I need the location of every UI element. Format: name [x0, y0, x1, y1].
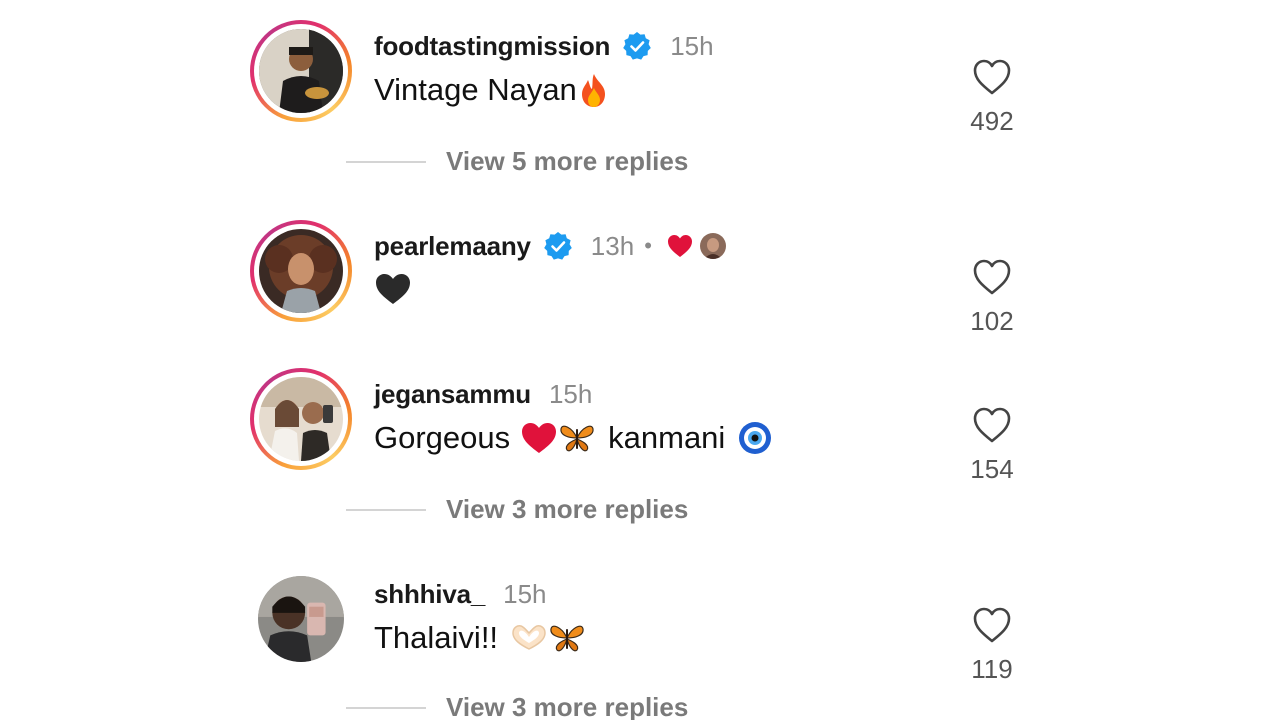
comment-header: jegansammu 15h: [374, 374, 592, 414]
comment-body: Thalaivi!!: [374, 620, 499, 655]
username[interactable]: pearlemaany: [374, 231, 531, 262]
view-replies-button[interactable]: View 3 more replies: [346, 494, 688, 525]
verified-badge-icon: [543, 232, 572, 260]
like-column: 492: [966, 58, 1018, 137]
comment-time: 13h: [590, 230, 635, 261]
red-heart-icon: [522, 423, 557, 453]
replies-divider: [346, 706, 426, 709]
like-column: 119: [966, 606, 1018, 685]
heart-outline-icon[interactable]: [972, 58, 1012, 96]
avatar: [258, 576, 344, 662]
like-count: 102: [970, 306, 1014, 336]
view-replies-label: View 5 more replies: [446, 146, 689, 176]
comment-header: shhhiva_ 15h: [374, 574, 547, 614]
avatar-story-ring[interactable]: [250, 220, 352, 322]
comment-text: [374, 272, 412, 306]
view-replies-button[interactable]: View 5 more replies: [346, 146, 688, 177]
heart-outline-icon[interactable]: [972, 258, 1012, 296]
avatar: [259, 377, 343, 461]
nazar-amulet-icon: [739, 422, 772, 454]
creator-liked-heart-icon: [667, 235, 692, 257]
username[interactable]: shhhiva_: [374, 579, 485, 610]
heart-hands-icon: [512, 625, 546, 650]
butterfly-icon: [560, 425, 594, 452]
butterfly-icon: [550, 625, 584, 652]
like-count: 492: [970, 106, 1014, 136]
comments-screen: foodtastingmission 15h Vintage Nayan 492…: [0, 0, 1280, 720]
replies-divider: [346, 508, 426, 511]
comment-body: Vintage Nayan: [374, 72, 577, 107]
heart-outline-icon[interactable]: [972, 406, 1012, 444]
comment-time: 15h: [548, 378, 593, 409]
view-replies-button[interactable]: View 3 more replies: [346, 692, 688, 720]
avatar: [259, 229, 343, 313]
avatar-wrapper[interactable]: [250, 568, 352, 670]
comment-header: pearlemaany 13h •: [374, 226, 726, 266]
heart-outline-icon[interactable]: [972, 606, 1012, 644]
fire-icon: [581, 74, 605, 107]
verified-badge-icon: [623, 32, 651, 60]
comment-text: Vintage Nayan: [374, 72, 611, 108]
comment-header: foodtastingmission 15h: [374, 26, 714, 66]
view-replies-label: View 3 more replies: [446, 494, 689, 524]
avatar-story-ring[interactable]: [250, 20, 352, 122]
username[interactable]: jegansammu: [374, 379, 531, 410]
comment-time: 15h: [503, 578, 547, 609]
comment-body-start: Gorgeous: [374, 420, 511, 455]
replies-divider: [346, 160, 426, 163]
avatar: [259, 29, 343, 113]
comment-text: Gorgeous kanmani: [374, 420, 773, 456]
like-count: 119: [971, 654, 1013, 684]
like-column: 102: [966, 258, 1018, 337]
like-count: 154: [970, 454, 1014, 484]
avatar-story-ring[interactable]: [250, 368, 352, 470]
like-column: 154: [966, 406, 1018, 485]
view-replies-label: View 3 more replies: [446, 692, 689, 720]
separator-dot: •: [644, 233, 652, 258]
creator-avatar: [699, 233, 726, 259]
comment-body-end: kanmani: [608, 420, 726, 455]
comment-time: 15h: [670, 30, 714, 61]
black-heart-icon: [376, 274, 410, 304]
comment-text: Thalaivi!!: [374, 620, 586, 656]
username[interactable]: foodtastingmission: [374, 31, 610, 62]
